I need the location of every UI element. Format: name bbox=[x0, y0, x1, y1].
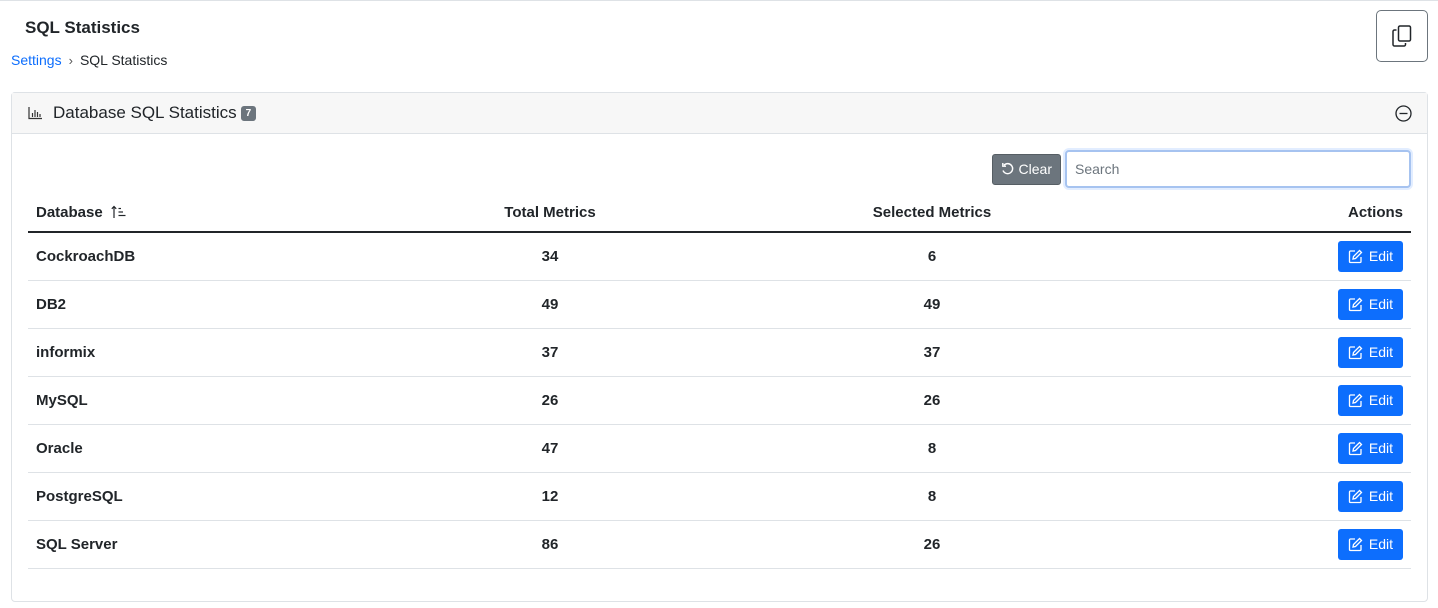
edit-button-label: Edit bbox=[1368, 392, 1393, 408]
table-row: informix 37 37 Edit bbox=[28, 328, 1411, 377]
cell-actions: Edit bbox=[1122, 280, 1411, 329]
sql-statistics-page: SQL Statistics Settings › SQL Statistics… bbox=[0, 0, 1438, 608]
cell-selected-metrics: 8 bbox=[742, 472, 1122, 521]
cell-actions: Edit bbox=[1122, 328, 1411, 377]
edit-button[interactable]: Edit bbox=[1337, 480, 1403, 512]
breadcrumb-current: SQL Statistics bbox=[79, 52, 168, 68]
cell-total-metrics: 37 bbox=[358, 328, 742, 377]
cell-selected-metrics: 8 bbox=[742, 424, 1122, 473]
edit-icon bbox=[1348, 249, 1363, 263]
cell-database: PostgreSQL bbox=[28, 472, 358, 521]
edit-icon bbox=[1348, 489, 1363, 503]
table-row: CockroachDB 34 6 Edit bbox=[28, 232, 1411, 281]
column-header-selected-metrics[interactable]: Selected Metrics bbox=[742, 193, 1122, 233]
card-header: Database SQL Statistics 7 bbox=[12, 93, 1427, 134]
edit-button-label: Edit bbox=[1368, 248, 1393, 265]
cell-total-metrics: 86 bbox=[358, 520, 742, 569]
table-row: MySQL 26 26 Edit bbox=[28, 376, 1411, 425]
edit-icon bbox=[1348, 537, 1363, 551]
table-row: PostgreSQL 12 8 Edit bbox=[28, 472, 1411, 521]
clear-button-label: Clear bbox=[1018, 161, 1052, 177]
breadcrumb: Settings › SQL Statistics bbox=[11, 52, 167, 68]
edit-button[interactable]: Edit bbox=[1337, 336, 1403, 368]
table-toolbar: Clear bbox=[991, 150, 1411, 188]
cell-selected-metrics: 26 bbox=[742, 376, 1122, 425]
cell-actions: Edit bbox=[1122, 520, 1411, 569]
cell-selected-metrics: 49 bbox=[742, 280, 1122, 329]
table-header-row: Database Total Metrics Selected Metrics … bbox=[28, 193, 1411, 233]
edit-button[interactable]: Edit bbox=[1337, 432, 1403, 464]
cell-actions: Edit bbox=[1122, 472, 1411, 521]
edit-icon bbox=[1348, 393, 1363, 407]
cell-selected-metrics: 26 bbox=[742, 520, 1122, 569]
undo-icon bbox=[1001, 162, 1013, 175]
edit-button[interactable]: Edit bbox=[1337, 384, 1403, 416]
edit-button[interactable]: Edit bbox=[1337, 528, 1403, 560]
cell-database: informix bbox=[28, 328, 358, 377]
edit-icon bbox=[1348, 297, 1363, 311]
cell-database: DB2 bbox=[28, 280, 358, 329]
edit-icon bbox=[1348, 345, 1363, 359]
collapse-icon[interactable] bbox=[1395, 105, 1412, 122]
search-input[interactable] bbox=[1065, 150, 1411, 188]
edit-button-label: Edit bbox=[1368, 344, 1393, 360]
clear-button[interactable]: Clear bbox=[991, 153, 1061, 185]
cell-actions: Edit bbox=[1122, 424, 1411, 473]
edit-button-label: Edit bbox=[1368, 488, 1393, 504]
count-badge: 7 bbox=[240, 105, 257, 121]
edit-button-label: Edit bbox=[1368, 440, 1393, 456]
table-row: Oracle 47 8 Edit bbox=[28, 424, 1411, 473]
cell-selected-metrics: 6 bbox=[742, 232, 1122, 281]
column-header-total-metrics[interactable]: Total Metrics bbox=[358, 193, 742, 233]
table-row: SQL Server 86 26 Edit bbox=[28, 520, 1411, 569]
edit-button[interactable]: Edit bbox=[1337, 240, 1403, 272]
copy-button[interactable] bbox=[1376, 10, 1428, 62]
cell-total-metrics: 47 bbox=[358, 424, 742, 473]
copy-icon bbox=[1392, 25, 1412, 47]
breadcrumb-settings-link[interactable]: Settings bbox=[11, 52, 62, 68]
column-header-actions: Actions bbox=[1122, 193, 1411, 233]
sort-ascending-icon bbox=[111, 205, 126, 218]
card-title: Database SQL Statistics bbox=[53, 103, 237, 122]
table-row: DB2 49 49 Edit bbox=[28, 280, 1411, 329]
edit-button[interactable]: Edit bbox=[1337, 288, 1403, 320]
page-title: SQL Statistics bbox=[25, 18, 140, 37]
cell-total-metrics: 26 bbox=[358, 376, 742, 425]
column-header-database[interactable]: Database bbox=[28, 193, 358, 233]
cell-total-metrics: 34 bbox=[358, 232, 742, 281]
cell-database: CockroachDB bbox=[28, 232, 358, 281]
edit-icon bbox=[1348, 441, 1363, 455]
bar-chart-icon bbox=[28, 105, 44, 121]
database-sql-statistics-card: Database SQL Statistics 7 Clear Search D… bbox=[11, 92, 1428, 602]
cell-database: SQL Server bbox=[28, 520, 358, 569]
statistics-table: Database Total Metrics Selected Metrics … bbox=[28, 193, 1411, 569]
edit-button-label: Edit bbox=[1368, 296, 1393, 312]
cell-actions: Edit bbox=[1122, 376, 1411, 425]
cell-total-metrics: 49 bbox=[358, 280, 742, 329]
cell-actions: Edit bbox=[1122, 232, 1411, 281]
cell-database: Oracle bbox=[28, 424, 358, 473]
chevron-right-icon: › bbox=[68, 52, 73, 68]
cell-selected-metrics: 37 bbox=[742, 328, 1122, 377]
edit-button-label: Edit bbox=[1368, 536, 1393, 552]
cell-database: MySQL bbox=[28, 376, 358, 425]
cell-total-metrics: 12 bbox=[358, 472, 742, 521]
table-body: CockroachDB 34 6 Edit DB2 49 49 Edit inf… bbox=[28, 232, 1411, 569]
